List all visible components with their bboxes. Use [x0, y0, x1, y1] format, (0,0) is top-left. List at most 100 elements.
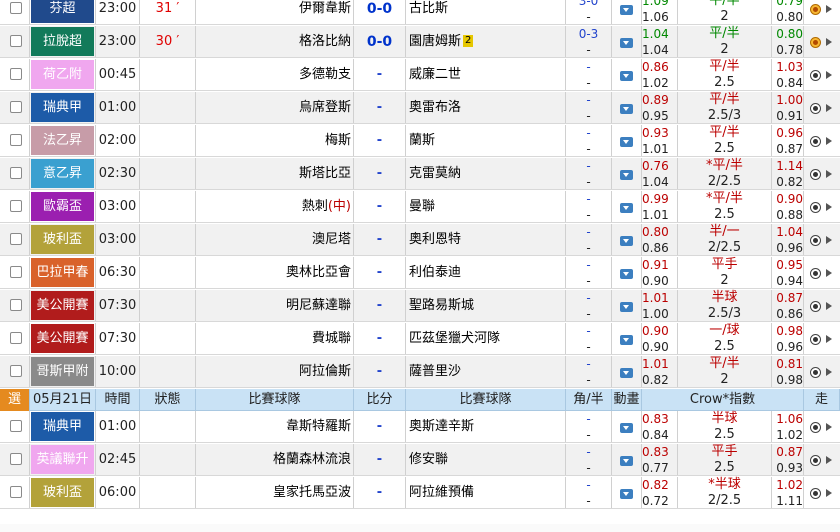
league-badge[interactable]: 芬超 — [31, 0, 94, 23]
handicap-line[interactable]: 平手 2.5 — [678, 444, 772, 475]
animation-dropdown-icon[interactable] — [620, 456, 633, 466]
score[interactable]: - — [354, 125, 406, 156]
score[interactable]: - — [354, 224, 406, 255]
home-team[interactable]: 烏席登斯 — [196, 92, 354, 123]
select-checkbox[interactable] — [10, 167, 22, 179]
league-badge[interactable]: 瑞典甲 — [31, 412, 94, 441]
odds-home[interactable]: 0.86 1.02 — [642, 59, 678, 90]
away-team[interactable]: 奧雷布洛 — [406, 92, 566, 123]
handicap-line[interactable]: *半球 2/2.5 — [678, 477, 772, 508]
expand-arrow-icon[interactable] — [826, 456, 832, 464]
animation-dropdown-icon[interactable] — [620, 71, 633, 81]
odds-home[interactable]: 1.01 1.00 — [642, 290, 678, 321]
odds-away[interactable]: 0.87 0.93 — [772, 444, 804, 475]
odds-away[interactable]: 0.80 0.78 — [772, 26, 804, 57]
select-checkbox[interactable] — [10, 453, 22, 465]
league-badge[interactable]: 瑞典甲 — [31, 93, 94, 122]
away-team[interactable]: 薩普里沙 — [406, 356, 566, 387]
score[interactable]: 0-0 — [354, 0, 406, 24]
select-checkbox[interactable] — [10, 299, 22, 311]
away-team[interactable]: 阿拉維預備 — [406, 477, 566, 508]
away-team[interactable]: 利伯泰迪 — [406, 257, 566, 288]
home-team[interactable]: 伊爾韋斯 — [196, 0, 354, 24]
league-badge[interactable]: 哥斯甲附 — [31, 357, 94, 386]
score[interactable]: - — [354, 290, 406, 321]
soccer-ball-icon[interactable] — [810, 488, 821, 499]
expand-arrow-icon[interactable] — [826, 203, 832, 211]
select-checkbox[interactable] — [10, 266, 22, 278]
odds-away[interactable]: 1.03 0.84 — [772, 59, 804, 90]
animation-dropdown-icon[interactable] — [620, 302, 633, 312]
expand-arrow-icon[interactable] — [826, 5, 832, 13]
score[interactable]: - — [354, 158, 406, 189]
expand-arrow-icon[interactable] — [826, 368, 832, 376]
odds-home[interactable]: 0.82 0.72 — [642, 477, 678, 508]
odds-home[interactable]: 0.99 1.01 — [642, 191, 678, 222]
away-team[interactable]: 園唐姆斯 2 — [406, 26, 566, 57]
odds-away[interactable]: 0.95 0.94 — [772, 257, 804, 288]
home-team[interactable]: 費城聯 — [196, 323, 354, 354]
expand-arrow-icon[interactable] — [826, 170, 832, 178]
handicap-line[interactable]: *平/半 2/2.5 — [678, 158, 772, 189]
home-team[interactable]: 澳尼塔 — [196, 224, 354, 255]
soccer-ball-icon[interactable] — [810, 70, 821, 81]
odds-home[interactable]: 0.83 0.77 — [642, 444, 678, 475]
odds-away[interactable]: 0.81 0.98 — [772, 356, 804, 387]
handicap-line[interactable]: 平/半 2 — [678, 26, 772, 57]
handicap-line[interactable]: 平/半 2 — [678, 0, 772, 24]
score[interactable]: - — [354, 257, 406, 288]
soccer-ball-icon[interactable] — [810, 169, 821, 180]
odds-home[interactable]: 0.90 0.90 — [642, 323, 678, 354]
expand-arrow-icon[interactable] — [826, 71, 832, 79]
league-badge[interactable]: 美公開賽 — [31, 291, 94, 320]
handicap-line[interactable]: 平/半 2 — [678, 356, 772, 387]
home-team[interactable]: 熱刺(中) — [196, 191, 354, 222]
away-team[interactable]: 聖路易斯城 — [406, 290, 566, 321]
expand-arrow-icon[interactable] — [826, 38, 832, 46]
handicap-line[interactable]: 半/一 2/2.5 — [678, 224, 772, 255]
odds-home[interactable]: 0.89 0.95 — [642, 92, 678, 123]
home-team[interactable]: 韋斯特羅斯 — [196, 411, 354, 442]
score[interactable]: 0-0 — [354, 26, 406, 57]
away-team[interactable]: 克雷莫納 — [406, 158, 566, 189]
handicap-line[interactable]: 一/球 2.5 — [678, 323, 772, 354]
select-checkbox[interactable] — [10, 35, 22, 47]
handicap-line[interactable]: 平手 2 — [678, 257, 772, 288]
animation-dropdown-icon[interactable] — [620, 137, 633, 147]
away-team[interactable]: 奧利恩特 — [406, 224, 566, 255]
expand-arrow-icon[interactable] — [826, 236, 832, 244]
away-team[interactable]: 匹茲堡獵犬河隊 — [406, 323, 566, 354]
odds-home[interactable]: 0.91 0.90 — [642, 257, 678, 288]
expand-arrow-icon[interactable] — [826, 137, 832, 145]
score[interactable]: - — [354, 356, 406, 387]
odds-home[interactable]: 0.76 1.04 — [642, 158, 678, 189]
animation-dropdown-icon[interactable] — [620, 170, 633, 180]
odds-home[interactable]: 1.04 1.04 — [642, 26, 678, 57]
home-team[interactable]: 皇家托馬亞波 — [196, 477, 354, 508]
soccer-ball-icon[interactable] — [810, 235, 821, 246]
animation-dropdown-icon[interactable] — [620, 368, 633, 378]
away-team[interactable]: 古比斯 — [406, 0, 566, 24]
away-team[interactable]: 曼聯 — [406, 191, 566, 222]
away-team[interactable]: 修安聯 — [406, 444, 566, 475]
odds-home[interactable]: 0.83 0.84 — [642, 411, 678, 442]
score[interactable]: - — [354, 59, 406, 90]
soccer-ball-icon[interactable] — [810, 37, 821, 48]
home-team[interactable]: 阿拉倫斯 — [196, 356, 354, 387]
animation-dropdown-icon[interactable] — [620, 423, 633, 433]
odds-away[interactable]: 1.06 1.02 — [772, 411, 804, 442]
handicap-line[interactable]: 平/半 2.5 — [678, 59, 772, 90]
home-team[interactable]: 格洛比納 — [196, 26, 354, 57]
select-checkbox[interactable] — [10, 200, 22, 212]
soccer-ball-icon[interactable] — [810, 422, 821, 433]
away-team[interactable]: 奧斯達辛斯 — [406, 411, 566, 442]
score[interactable]: - — [354, 323, 406, 354]
home-team[interactable]: 明尼蘇達聯 — [196, 290, 354, 321]
away-team[interactable]: 蘭斯 — [406, 125, 566, 156]
expand-arrow-icon[interactable] — [826, 489, 832, 497]
select-checkbox[interactable] — [10, 365, 22, 377]
home-team[interactable]: 斯塔比亞 — [196, 158, 354, 189]
handicap-line[interactable]: 半球 2.5 — [678, 411, 772, 442]
league-badge[interactable]: 法乙昇 — [31, 126, 94, 155]
soccer-ball-icon[interactable] — [810, 268, 821, 279]
